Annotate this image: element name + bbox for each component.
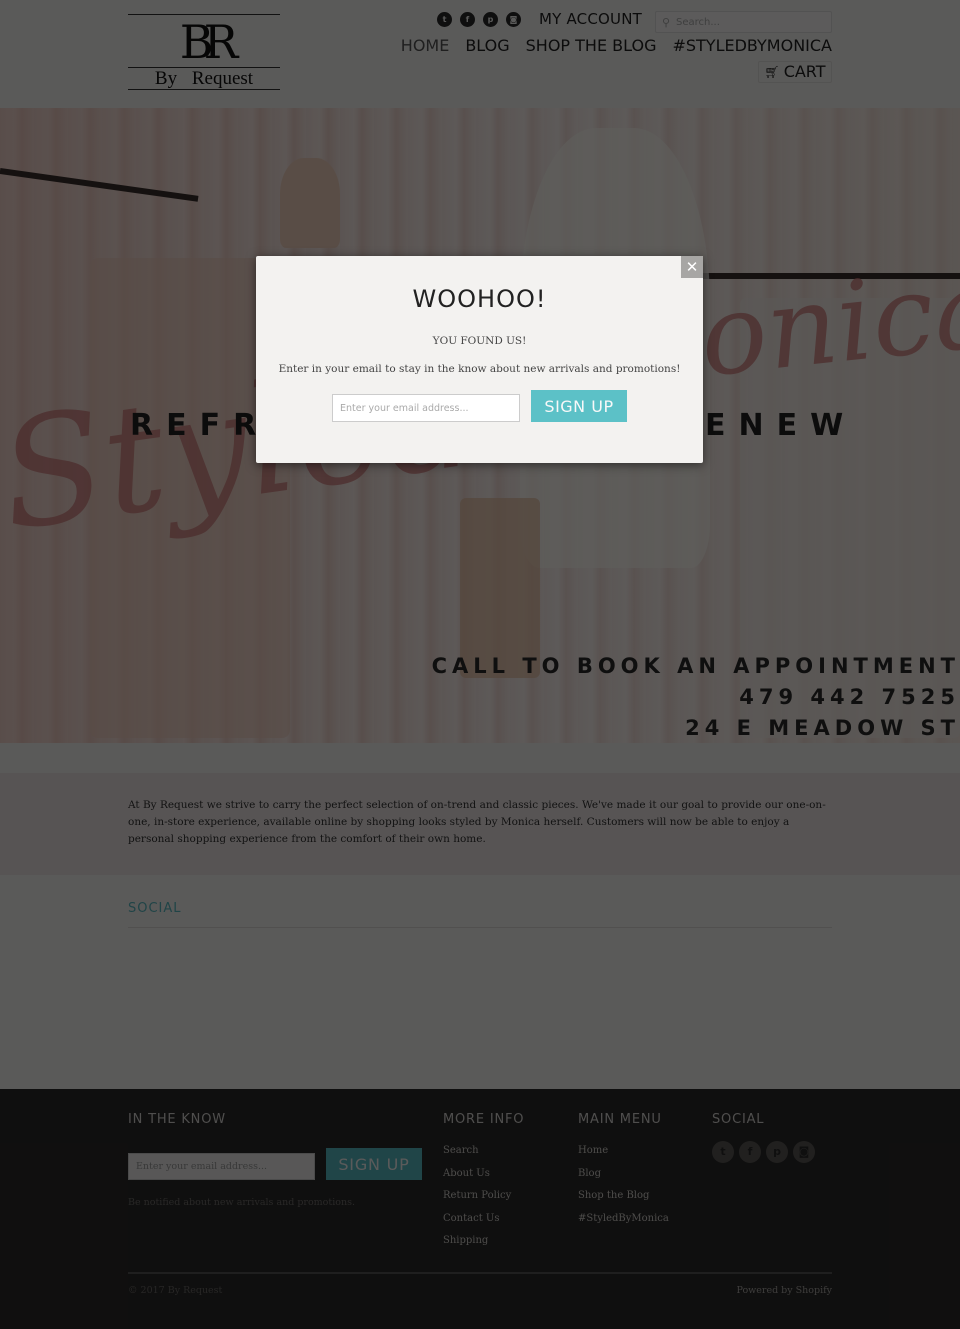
close-icon[interactable]: ✕ [681, 256, 703, 278]
modal-signup-button[interactable]: SIGN UP [531, 390, 627, 422]
modal-description: Enter in your email to stay in the know … [278, 363, 681, 375]
modal-email-input[interactable] [332, 394, 520, 422]
modal-subtitle: YOU FOUND US! [432, 335, 527, 347]
modal-backdrop[interactable] [0, 0, 960, 1329]
modal-title: WOOHOO! [412, 285, 547, 313]
newsletter-modal: ✕ WOOHOO! YOU FOUND US! Enter in your em… [256, 256, 703, 463]
